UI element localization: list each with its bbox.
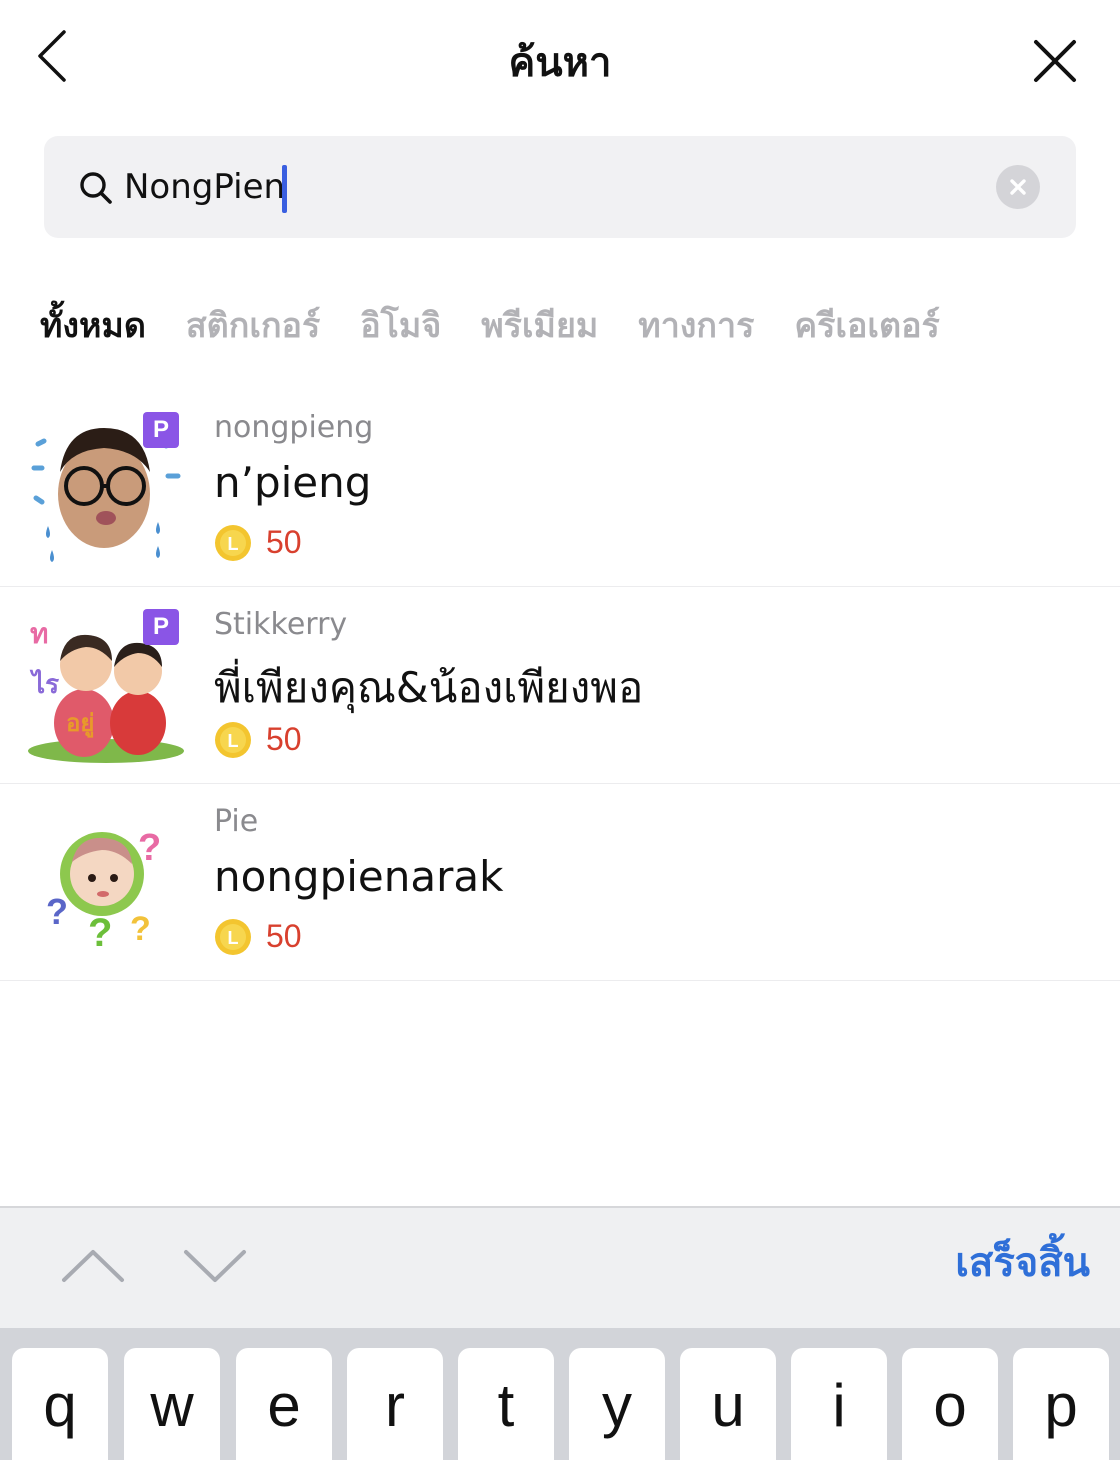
svg-text:?: ? bbox=[88, 911, 112, 955]
key-o[interactable]: o bbox=[902, 1348, 998, 1460]
coin-letter: L bbox=[228, 928, 239, 948]
sticker-thumbnail: ? ? ? ? bbox=[26, 800, 186, 960]
clear-icon bbox=[1010, 179, 1026, 195]
search-bar[interactable] bbox=[44, 136, 1076, 238]
keyboard: q w e r t y u i o p bbox=[0, 1328, 1120, 1460]
sticker-image: ? ? ? ? bbox=[46, 827, 161, 955]
creator-name: Stikkerry bbox=[214, 607, 348, 642]
coin-letter: L bbox=[228, 534, 239, 554]
chevron-up-icon bbox=[62, 1250, 124, 1282]
key-i[interactable]: i bbox=[791, 1348, 887, 1460]
creator-name: nongpieng bbox=[214, 410, 374, 445]
done-button[interactable]: เสร็จสิ้น bbox=[880, 1230, 1090, 1294]
key-e[interactable]: e bbox=[236, 1348, 332, 1460]
sticker-thumbnail: ท ไร อยู่ P bbox=[26, 603, 186, 763]
sticker-name: nongpienarak bbox=[214, 852, 504, 901]
previous-field-button[interactable] bbox=[60, 1242, 126, 1286]
creator-name: Pie bbox=[214, 804, 259, 839]
price-value: 50 bbox=[266, 721, 302, 757]
svg-text:?: ? bbox=[46, 891, 68, 932]
svg-text:ไร: ไร bbox=[29, 668, 59, 700]
header-bar: ค้นหา bbox=[0, 0, 1120, 120]
price-value: 50 bbox=[266, 918, 302, 954]
key-q[interactable]: q bbox=[12, 1348, 108, 1460]
tab-emoji[interactable]: อิโมจิ bbox=[360, 298, 441, 358]
next-field-button[interactable] bbox=[182, 1244, 248, 1288]
coin-icon: L bbox=[215, 722, 251, 758]
category-tabs: ทั้งหมด สติกเกอร์ อิโมจิ พรีเมียม ทางการ… bbox=[40, 298, 940, 358]
clear-search-button[interactable] bbox=[996, 165, 1040, 209]
sticker-name: n’pieng bbox=[214, 458, 372, 507]
page-title: ค้นหา bbox=[508, 40, 612, 86]
result-row[interactable]: ท ไร อยู่ P Stikkerry พี่เพียงคุณ&น้องเพ… bbox=[0, 587, 1120, 784]
key-t[interactable]: t bbox=[458, 1348, 554, 1460]
coin-letter: L bbox=[228, 731, 239, 751]
key-w[interactable]: w bbox=[124, 1348, 220, 1460]
result-row[interactable]: P nongpieng n’pieng L 50 bbox=[0, 390, 1120, 587]
tab-stickers[interactable]: สติกเกอร์ bbox=[186, 298, 320, 358]
svg-text:ท: ท bbox=[30, 617, 48, 650]
search-input[interactable] bbox=[124, 158, 984, 216]
premium-badge: P bbox=[143, 412, 179, 448]
tab-all[interactable]: ทั้งหมด bbox=[40, 298, 146, 358]
text-cursor bbox=[282, 165, 287, 213]
key-p[interactable]: p bbox=[1013, 1348, 1109, 1460]
premium-badge: P bbox=[143, 609, 179, 645]
coin-icon: L bbox=[215, 919, 251, 955]
svg-text:อยู่: อยู่ bbox=[66, 709, 94, 738]
key-r[interactable]: r bbox=[347, 1348, 443, 1460]
key-u[interactable]: u bbox=[680, 1348, 776, 1460]
sticker-name: พี่เพียงคุณ&น้องเพียงพอ bbox=[214, 663, 644, 712]
tab-premium[interactable]: พรีเมียม bbox=[481, 298, 598, 358]
sticker-thumbnail: P bbox=[26, 406, 186, 566]
results-list: P nongpieng n’pieng L 50 ท ไร อยู่ P Sti… bbox=[0, 390, 1120, 981]
result-row[interactable]: ? ? ? ? Pie nongpienarak L 50 bbox=[0, 784, 1120, 981]
price-value: 50 bbox=[266, 524, 302, 560]
close-button[interactable] bbox=[1024, 30, 1086, 92]
chevron-down-icon bbox=[184, 1250, 246, 1282]
svg-text:?: ? bbox=[138, 827, 161, 869]
search-icon bbox=[80, 172, 112, 204]
tab-creators[interactable]: ครีเอเตอร์ bbox=[794, 298, 939, 358]
key-y[interactable]: y bbox=[569, 1348, 665, 1460]
coin-icon: L bbox=[215, 525, 251, 561]
close-icon bbox=[1034, 40, 1076, 82]
keyboard-toolbar: เสร็จสิ้น bbox=[0, 1206, 1120, 1328]
tab-official[interactable]: ทางการ bbox=[638, 298, 754, 358]
svg-text:?: ? bbox=[130, 910, 151, 948]
